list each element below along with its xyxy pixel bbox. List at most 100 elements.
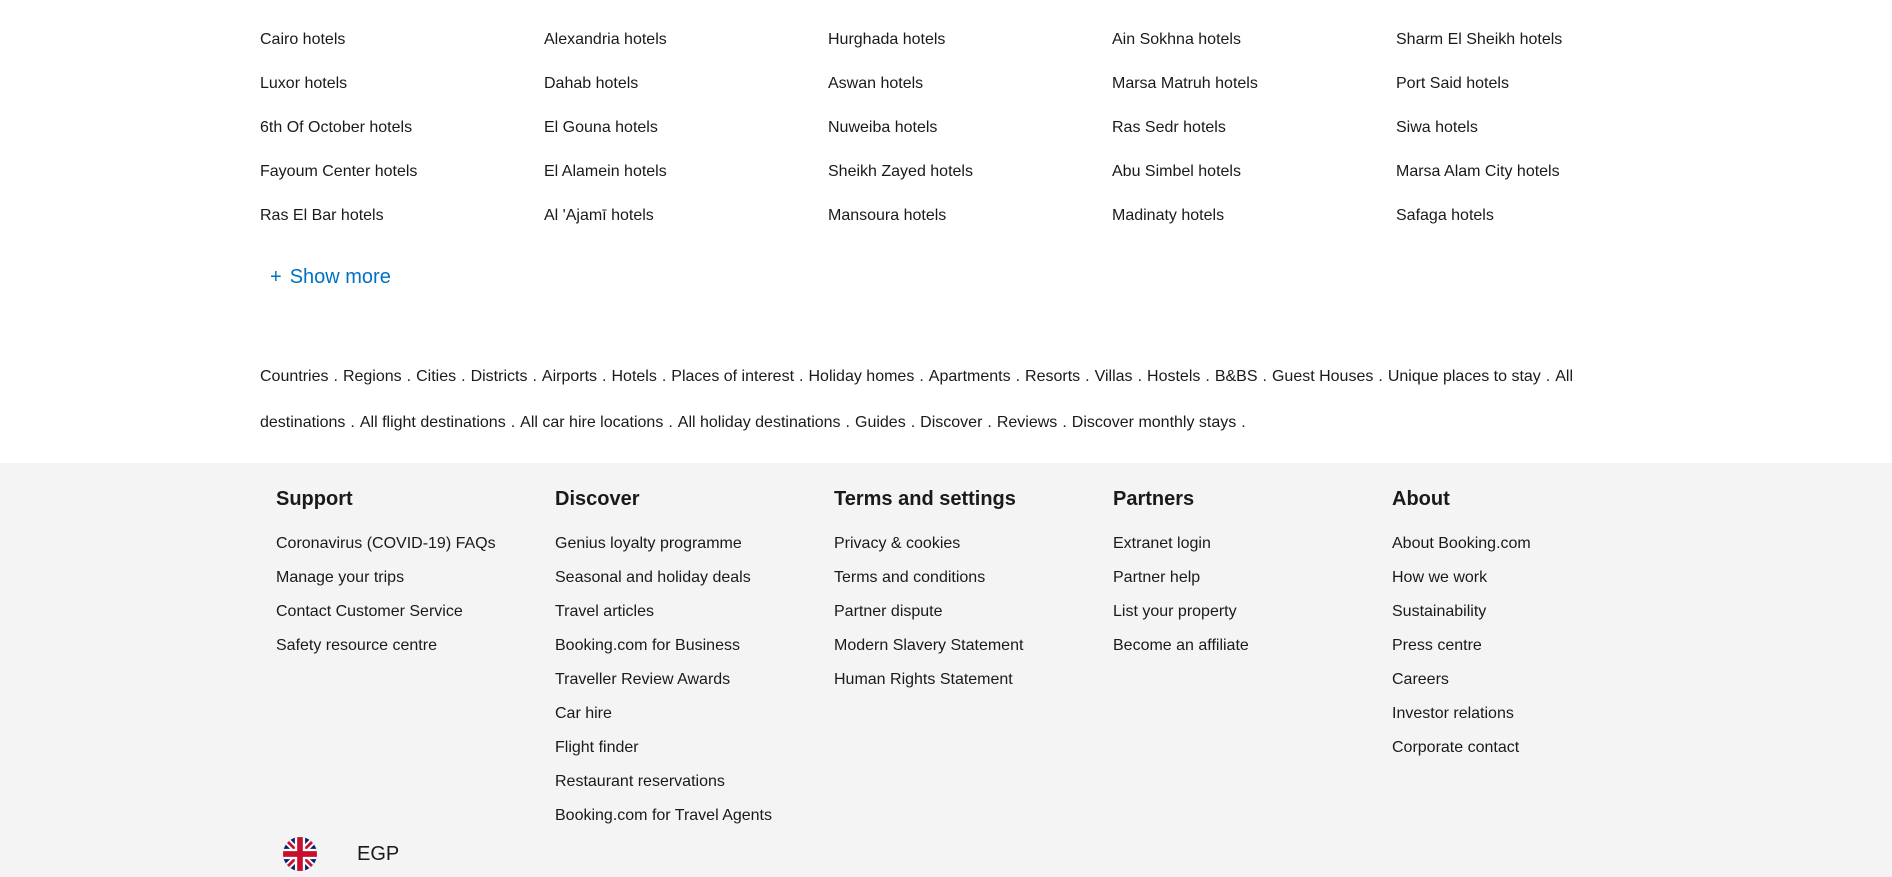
hotel-link[interactable]: Fayoum Center hotels [260, 156, 544, 200]
footer-column: Terms and settings Privacy & cookies Terms… [834, 483, 1113, 833]
destination-link[interactable]: Reviews [997, 414, 1057, 431]
hotel-link[interactable]: Siwa hotels [1396, 112, 1680, 156]
destination-link[interactable]: Regions [343, 368, 402, 385]
link-separator: . [1205, 368, 1210, 385]
destination-links: Countries. Regions. Cities. Districts. Airpo… [260, 354, 1660, 446]
destination-link[interactable]: Discover monthly stays [1072, 414, 1237, 431]
plus-icon: + [270, 266, 282, 288]
destination-link[interactable]: Guest Houses [1272, 368, 1373, 385]
hotel-link[interactable]: Sheikh Zayed hotels [828, 156, 1112, 200]
destination-link[interactable]: Villas [1095, 368, 1133, 385]
hotel-link[interactable]: Aswan hotels [828, 68, 1112, 112]
destination-link[interactable]: Places of interest [671, 368, 794, 385]
popular-hotels-section: Cairo hotels Alexandria hotels Hurghada ho… [260, 24, 1680, 244]
footer-link[interactable]: Safety resource centre [276, 629, 555, 663]
hotel-link[interactable]: Port Said hotels [1396, 68, 1680, 112]
footer-link[interactable]: Extranet login [1113, 527, 1392, 561]
footer-link[interactable]: Booking.com for Travel Agents [555, 799, 834, 833]
link-separator: . [461, 368, 466, 385]
footer-link[interactable]: Car hire [555, 697, 834, 731]
hotel-link[interactable]: Ain Sokhna hotels [1112, 24, 1396, 68]
destination-link[interactable]: Apartments [929, 368, 1011, 385]
hotel-link[interactable]: Dahab hotels [544, 68, 828, 112]
footer-link[interactable]: Careers [1392, 663, 1671, 697]
show-more-label: Show more [289, 266, 391, 288]
footer-link[interactable]: Press centre [1392, 629, 1671, 663]
link-separator: . [406, 368, 412, 385]
destination-link[interactable]: Airports [542, 368, 597, 385]
uk-flag-icon[interactable] [283, 837, 317, 871]
hotel-link[interactable]: El Alamein hotels [544, 156, 828, 200]
destination-link[interactable]: Guides [855, 414, 906, 431]
show-more-button[interactable]: + Show more [270, 266, 391, 289]
footer-column: About About Booking.com How we work Sustain… [1392, 483, 1671, 833]
hotel-link[interactable]: Marsa Matruh hotels [1112, 68, 1396, 112]
hotel-link[interactable]: Safaga hotels [1396, 200, 1680, 244]
destination-link[interactable]: All flight destinations [360, 414, 506, 431]
hotel-link[interactable]: Cairo hotels [260, 24, 544, 68]
footer-column-title: About [1392, 488, 1450, 510]
destination-link[interactable]: All holiday destinations [678, 414, 841, 431]
footer-column-title: Discover [555, 488, 640, 510]
footer-link[interactable]: Flight finder [555, 731, 834, 765]
destination-link[interactable]: Holiday homes [808, 368, 914, 385]
hotel-link[interactable]: Alexandria hotels [544, 24, 828, 68]
hotel-link[interactable]: Al 'Ajamī hotels [544, 200, 828, 244]
destination-link[interactable]: Discover [920, 414, 982, 431]
link-separator: . [799, 368, 804, 385]
footer-link[interactable]: Investor relations [1392, 697, 1671, 731]
hotel-link[interactable]: Mansoura hotels [828, 200, 1112, 244]
footer-link[interactable]: Coronavirus (COVID-19) FAQs [276, 527, 555, 561]
footer-link[interactable]: Sustainability [1392, 595, 1671, 629]
hotel-link[interactable]: Abu Simbel hotels [1112, 156, 1396, 200]
footer-link[interactable]: How we work [1392, 561, 1671, 595]
destination-link[interactable]: Countries [260, 368, 328, 385]
hotel-link[interactable]: Luxor hotels [260, 68, 544, 112]
destination-link[interactable]: Hotels [611, 368, 656, 385]
footer-link[interactable]: About Booking.com [1392, 527, 1671, 561]
footer-link[interactable]: Genius loyalty programme [555, 527, 834, 561]
currency-selector[interactable]: EGP [357, 843, 399, 866]
destination-link[interactable]: Cities [416, 368, 456, 385]
footer-link[interactable]: List your property [1113, 595, 1392, 629]
footer-link[interactable]: Booking.com for Business [555, 629, 834, 663]
hotel-link[interactable]: Ras Sedr hotels [1112, 112, 1396, 156]
hotel-link[interactable]: Marsa Alam City hotels [1396, 156, 1680, 200]
link-separator: . [333, 368, 338, 385]
hotel-link[interactable]: Madinaty hotels [1112, 200, 1396, 244]
footer-column: Partners Extranet login Partner help List y… [1113, 483, 1392, 833]
footer-link[interactable]: Partner help [1113, 561, 1392, 595]
hotel-link[interactable]: Ras El Bar hotels [260, 200, 544, 244]
destination-link[interactable]: Unique places to stay [1388, 368, 1541, 385]
link-separator: . [987, 414, 992, 431]
footer-link[interactable]: Contact Customer Service [276, 595, 555, 629]
link-separator: . [661, 368, 667, 385]
hotel-link[interactable]: Sharm El Sheikh hotels [1396, 24, 1680, 68]
footer-link[interactable]: Restaurant reservations [555, 765, 834, 799]
destination-link[interactable]: B&BS [1215, 368, 1258, 385]
destination-link[interactable]: Resorts [1025, 368, 1080, 385]
footer-column: Support Coronavirus (COVID-19) FAQs Manage… [276, 483, 555, 833]
link-separator: . [510, 414, 516, 431]
footer-link[interactable]: Corporate contact [1392, 731, 1671, 765]
hotel-link[interactable]: 6th Of October hotels [260, 112, 544, 156]
footer-link[interactable]: Traveller Review Awards [555, 663, 834, 697]
footer-link[interactable]: Become an affiliate [1113, 629, 1392, 663]
footer-link[interactable]: Terms and conditions [834, 561, 1113, 595]
destination-link[interactable]: Districts [471, 368, 528, 385]
destination-link[interactable]: Hostels [1147, 368, 1200, 385]
footer-column-title: Support [276, 488, 353, 510]
footer-link[interactable]: Seasonal and holiday deals [555, 561, 834, 595]
footer-link[interactable]: Partner dispute [834, 595, 1113, 629]
footer-link[interactable]: Human Rights Statement [834, 663, 1113, 697]
footer-column-title: Terms and settings [834, 488, 1016, 510]
destination-link[interactable]: All car hire locations [520, 414, 663, 431]
hotel-link[interactable]: Nuweiba hotels [828, 112, 1112, 156]
hotel-link[interactable]: El Gouna hotels [544, 112, 828, 156]
footer-link[interactable]: Travel articles [555, 595, 834, 629]
hotel-link[interactable]: Hurghada hotels [828, 24, 1112, 68]
footer-link[interactable]: Privacy & cookies [834, 527, 1113, 561]
footer-link[interactable]: Manage your trips [276, 561, 555, 595]
link-separator: . [1137, 368, 1143, 385]
footer-link[interactable]: Modern Slavery Statement [834, 629, 1113, 663]
